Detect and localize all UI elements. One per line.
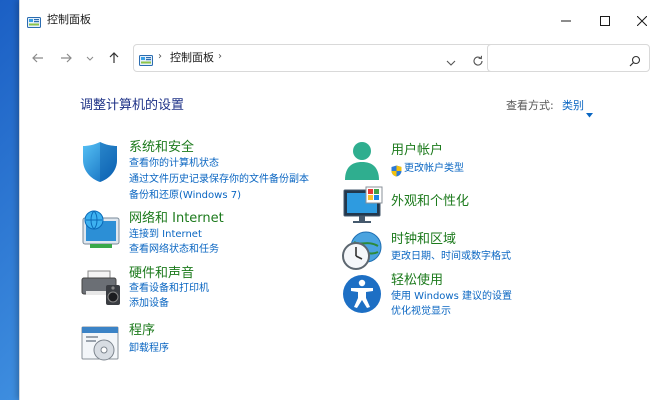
control-panel-icon <box>139 52 153 66</box>
caret-down-icon[interactable] <box>586 103 593 122</box>
close-icon <box>637 16 647 26</box>
page-title: 调整计算机的设置 <box>80 98 185 113</box>
link-change-date-time-format[interactable]: 更改日期、时间或数字格式 <box>391 251 511 263</box>
category-title-programs[interactable]: 程序 <box>129 323 155 338</box>
search-box[interactable] <box>487 44 650 72</box>
link-uninstall-program[interactable]: 卸载程序 <box>129 343 169 355</box>
back-arrow-icon <box>32 53 43 63</box>
category-title-hardware-sound[interactable]: 硬件和声音 <box>129 266 194 281</box>
back-button[interactable] <box>28 48 48 68</box>
forward-button[interactable] <box>56 48 76 68</box>
search-icon[interactable] <box>629 52 641 71</box>
system-security-shield-icon[interactable] <box>80 140 120 182</box>
link-connect-internet[interactable]: 连接到 Internet <box>129 229 202 241</box>
link-change-account-type[interactable]: 更改帐户类型 <box>404 163 464 175</box>
chevron-down-icon <box>446 60 456 66</box>
clock-region-icon[interactable] <box>342 230 382 270</box>
minimize-icon <box>561 20 571 22</box>
link-windows-recommended-settings[interactable]: 使用 Windows 建议的设置 <box>391 291 512 303</box>
user-accounts-icon[interactable] <box>342 140 382 180</box>
title-bar: 控制面板 <box>20 0 667 38</box>
breadcrumb-separator[interactable]: › <box>218 51 222 62</box>
control-panel-icon <box>27 14 41 28</box>
view-by-label: 查看方式: <box>506 99 554 112</box>
category-title-clock-region[interactable]: 时钟和区域 <box>391 232 456 247</box>
link-devices-printers[interactable]: 查看设备和打印机 <box>129 283 209 295</box>
category-title-user-accounts[interactable]: 用户帐户 <box>391 143 443 158</box>
breadcrumb-control-panel[interactable]: 控制面板 <box>170 51 214 65</box>
maximize-icon <box>600 16 610 26</box>
minimize-button[interactable] <box>548 8 584 34</box>
refresh-icon <box>473 55 483 66</box>
breadcrumb-separator[interactable]: › <box>158 51 162 62</box>
printer-speaker-icon[interactable] <box>80 267 120 307</box>
network-globe-icon[interactable] <box>80 210 120 250</box>
category-title-ease-of-access[interactable]: 轻松使用 <box>391 273 443 288</box>
view-by-dropdown[interactable]: 类别 <box>562 99 584 113</box>
appearance-monitor-icon[interactable] <box>342 186 383 226</box>
up-arrow-icon <box>109 52 119 63</box>
programs-disc-icon[interactable] <box>80 324 120 364</box>
address-dropdown-button[interactable] <box>446 53 456 72</box>
category-title-network[interactable]: 网络和 Internet <box>129 211 224 226</box>
maximize-button[interactable] <box>587 8 623 34</box>
category-title-system-security[interactable]: 系统和安全 <box>129 140 194 155</box>
up-button[interactable] <box>104 48 124 68</box>
link-file-history-backup[interactable]: 通过文件历史记录保存你的文件备份副本 <box>129 174 309 186</box>
link-add-device[interactable]: 添加设备 <box>129 298 169 310</box>
link-optimize-visual-display[interactable]: 优化视觉显示 <box>391 306 451 318</box>
link-network-status[interactable]: 查看网络状态和任务 <box>129 244 219 256</box>
ease-of-access-icon[interactable] <box>342 273 382 313</box>
uac-shield-icon <box>391 162 402 177</box>
link-view-computer-status[interactable]: 查看你的计算机状态 <box>129 158 219 170</box>
chevron-down-icon <box>86 56 94 61</box>
refresh-button[interactable] <box>472 52 484 71</box>
link-backup-restore[interactable]: 备份和还原(Windows 7) <box>129 190 241 202</box>
category-title-appearance[interactable]: 外观和个性化 <box>391 194 469 209</box>
window-title: 控制面板 <box>47 13 91 26</box>
address-bar[interactable]: › 控制面板 › <box>133 44 494 72</box>
recent-locations-button[interactable] <box>80 48 100 68</box>
forward-arrow-icon <box>61 53 72 63</box>
close-button[interactable] <box>624 8 660 34</box>
control-panel-window: 控制面板 › 控制面板 › 调整计算机的设置 查看方式: 类别 系统和安全 查看… <box>19 0 667 400</box>
